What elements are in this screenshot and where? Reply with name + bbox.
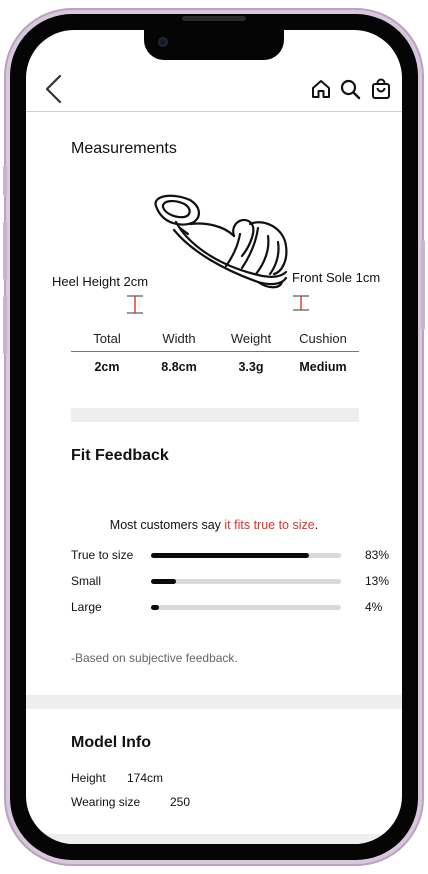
- screen: Measurements Heel Height 2cm Front Sole …: [26, 30, 402, 844]
- section-divider: [71, 408, 359, 422]
- volume-up-button: [3, 222, 7, 280]
- notch: [144, 30, 284, 60]
- front-sole-label: Front Sole 1cm: [292, 270, 381, 285]
- model-size-value: 250: [170, 795, 191, 809]
- fit-percent: 83%: [365, 548, 390, 562]
- fit-row-true-to-size: True to size 83%: [71, 546, 391, 564]
- home-button[interactable]: [310, 78, 332, 100]
- model-size-label: Wearing size: [71, 795, 141, 809]
- model-height-label: Height: [71, 771, 106, 785]
- front-camera: [158, 37, 168, 47]
- fit-progress-track: [151, 605, 341, 610]
- measurement-table: Total Width Weight Cushion 2cm 8.8cm 3.3…: [71, 328, 359, 382]
- cart-button[interactable]: [370, 78, 392, 100]
- fit-percent: 4%: [365, 600, 383, 614]
- fit-progress-fill: [151, 579, 176, 584]
- fit-summary-prefix: Most customers say: [109, 518, 225, 532]
- top-navigation-bar: [26, 66, 402, 112]
- measurement-table-header: Total Width Weight Cushion: [71, 328, 359, 352]
- value-cushion: Medium: [299, 360, 347, 374]
- section-divider: [26, 695, 402, 709]
- model-height-value: 174cm: [127, 771, 164, 785]
- fit-label: True to size: [71, 548, 134, 562]
- measurements-title: Measurements: [71, 140, 177, 157]
- speaker-grille: [182, 16, 246, 21]
- fit-feedback-title: Fit Feedback: [71, 447, 169, 464]
- back-button[interactable]: [42, 72, 68, 106]
- fit-summary-highlight: it fits true to size: [224, 518, 315, 532]
- section-divider: [26, 834, 402, 844]
- search-icon: [340, 79, 361, 100]
- home-icon: [312, 80, 330, 98]
- value-total: 2cm: [94, 360, 120, 374]
- fit-label: Large: [71, 600, 102, 614]
- volume-down-button: [3, 296, 7, 354]
- shopping-bag-icon: [372, 78, 390, 99]
- value-weight: 3.3g: [238, 360, 264, 374]
- fit-row-large: Large 4%: [71, 598, 391, 616]
- fit-progress-track: [151, 579, 341, 584]
- heel-height-marker: [127, 295, 143, 314]
- search-button[interactable]: [339, 78, 361, 100]
- mute-switch: [3, 166, 7, 196]
- column-width: Width: [162, 331, 196, 346]
- fit-summary: Most customers say it fits true to size.: [26, 518, 402, 532]
- fit-label: Small: [71, 574, 102, 588]
- front-sole-marker: [293, 295, 309, 311]
- value-width: 8.8cm: [161, 360, 197, 374]
- power-button: [421, 240, 425, 330]
- fit-progress-fill: [151, 553, 309, 558]
- model-info-title: Model Info: [71, 734, 151, 751]
- fit-feedback-note: -Based on subjective feedback.: [71, 651, 238, 665]
- fit-row-small: Small 13%: [71, 572, 391, 590]
- column-weight: Weight: [230, 331, 272, 346]
- sandal-illustration: [154, 194, 288, 289]
- measurement-table-row: 2cm 8.8cm 3.3g Medium: [71, 352, 359, 382]
- fit-summary-suffix: .: [314, 518, 319, 532]
- column-cushion: Cushion: [299, 331, 347, 346]
- fit-progress-fill: [151, 605, 159, 610]
- chevron-left-icon: [45, 74, 62, 104]
- fit-progress-track: [151, 553, 341, 558]
- column-total: Total: [93, 331, 121, 346]
- fit-percent: 13%: [365, 574, 390, 588]
- heel-height-label: Heel Height 2cm: [52, 274, 149, 289]
